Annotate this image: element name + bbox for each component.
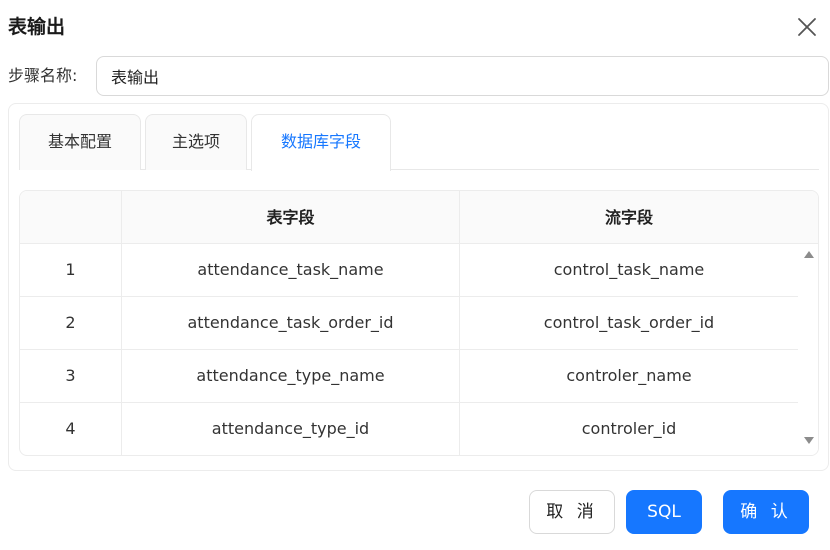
sql-button[interactable]: SQL [626,490,702,534]
close-icon[interactable] [796,16,818,38]
stream-field-cell[interactable]: controler_name [459,350,798,402]
table-scrollbar[interactable] [798,244,818,455]
table-field-cell[interactable]: attendance_task_name [121,244,459,296]
column-header-table-field: 表字段 [121,191,459,244]
close-icon-svg [798,18,816,36]
scroll-down-icon[interactable] [804,437,814,444]
table-header: 表字段 流字段 [20,191,818,244]
tab-main-options[interactable]: 主选项 [145,114,247,170]
step-name-input[interactable] [96,56,829,96]
stream-field-cell[interactable]: controler_id [459,403,798,455]
row-index: 1 [65,260,76,279]
table-field-cell[interactable]: attendance_type_name [121,350,459,402]
field-mapping-table: 表字段 流字段 1 attendance_task_name control_t… [19,190,819,456]
column-header-stream-field: 流字段 [459,191,798,244]
tab-basic-config[interactable]: 基本配置 [19,114,141,170]
dialog-title: 表输出 [8,16,66,38]
tab-bar: 基本配置 主选项 数据库字段 [19,114,819,171]
cancel-button[interactable]: 取 消 [529,490,615,534]
table-field-cell[interactable]: attendance_task_order_id [121,297,459,349]
table-output-dialog: 表输出 步骤名称: 基本配置 主选项 数据库字段 表字段 流字段 1 atte [0,0,830,550]
tabs-panel: 基本配置 主选项 数据库字段 表字段 流字段 1 attendance_task… [8,103,829,471]
column-header-index [20,191,121,244]
stream-field-cell[interactable]: control_task_name [459,244,798,296]
table-body[interactable]: 1 attendance_task_name control_task_name… [20,244,798,455]
table-row[interactable]: 3 attendance_type_name controler_name [20,350,798,403]
table-field-cell[interactable]: attendance_type_id [121,403,459,455]
step-name-label: 步骤名称: [8,66,78,85]
row-index: 3 [65,366,76,385]
row-index: 2 [65,313,76,332]
tab-database-fields[interactable]: 数据库字段 [251,114,391,171]
confirm-button[interactable]: 确 认 [723,490,809,534]
table-row[interactable]: 2 attendance_task_order_id control_task_… [20,297,798,350]
row-index: 4 [65,419,76,438]
step-name-row: 步骤名称: [8,56,830,96]
scroll-up-icon[interactable] [804,251,814,258]
stream-field-cell[interactable]: control_task_order_id [459,297,798,349]
table-row[interactable]: 1 attendance_task_name control_task_name [20,244,798,297]
table-row[interactable]: 4 attendance_type_id controler_id [20,403,798,455]
